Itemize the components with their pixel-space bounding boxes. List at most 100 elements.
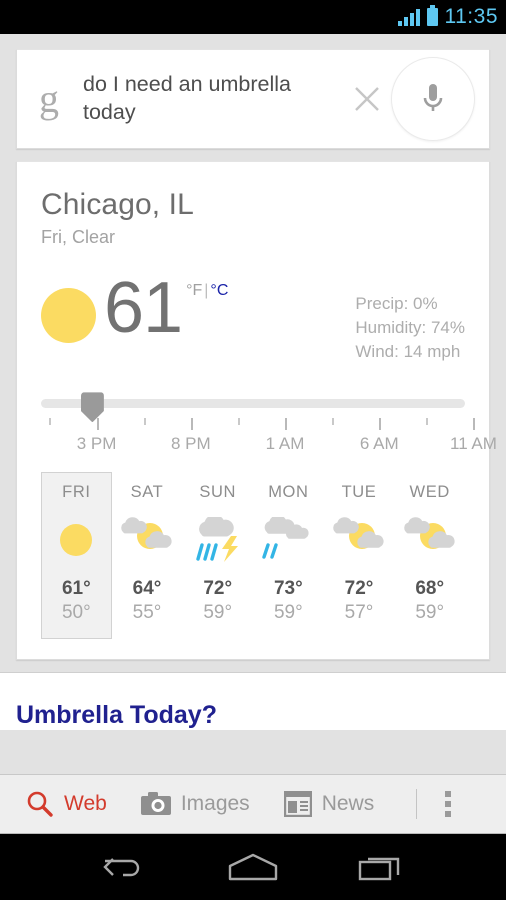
slider-tick [49,418,52,426]
forecast-high: 68° [415,578,445,600]
current-temperature: 61 [104,268,183,348]
tab-divider [416,789,418,819]
forecast-day-name: SAT [130,483,164,502]
tab-news-label: News [321,792,375,815]
slider-tick [379,418,382,431]
rain-icon [262,517,309,560]
battery-icon [426,5,438,26]
wind-value: Wind: 14 mph [355,342,461,362]
search-result[interactable]: Umbrella Today? [0,672,506,731]
sun-icon [41,288,96,343]
forecast-low: 59° [415,602,445,624]
home-icon[interactable] [218,845,288,889]
partly-cloudy-icon [333,517,384,550]
search-card[interactable]: g do I need an umbrella today [16,49,490,149]
google-g-logo: g [39,76,59,121]
result-title-link[interactable]: Umbrella Today? [16,701,490,730]
thunderstorm-icon [195,517,238,563]
forecast-day-icon [254,512,323,568]
slider-hour-label: 11 AM [450,434,497,454]
android-navigation-bar[interactable] [0,834,506,900]
precip-value: Precip: 0% [355,294,438,313]
humidity-value: Humidity: 74% [355,318,465,338]
forecast-day-mon[interactable]: MON 73° 59° [253,472,324,639]
forecast-high: 72° [344,578,374,600]
forecast-low: 59° [203,602,233,624]
recent-apps-icon[interactable] [347,845,417,889]
newspaper-icon [283,791,312,817]
forecast-day-sun[interactable]: SUN 72° 59° [182,472,253,639]
forecast-low: 59° [273,602,303,624]
forecast-high: 72° [203,578,233,600]
forecast-low: 50° [61,602,91,624]
forecast-day-name: MON [268,483,309,502]
forecast-day-icon [183,512,252,568]
phone-screen: 11:35 g do I need an umbrella today Chic… [0,0,506,900]
back-arrow-icon[interactable] [89,845,159,889]
scroll-content[interactable]: g do I need an umbrella today Chicago, I… [0,34,506,774]
status-clock: 11:35 [444,5,498,28]
current-conditions-row: 61 °F | °C Precip: 0% Humidity: 74% Wind: … [41,268,465,364]
tab-images-label: Images [180,792,250,815]
status-bar: 11:35 [0,0,506,34]
unit-fahrenheit[interactable]: °F [186,282,202,299]
forecast-day-tue[interactable]: TUE 72° 57° [324,472,395,639]
signal-bars-icon [397,8,420,26]
weather-location: Chicago, IL [41,188,194,221]
slider-tick [190,418,193,431]
forecast-day-name: TUE [341,483,377,502]
tab-web[interactable]: Web [26,790,107,818]
slider-track[interactable] [41,399,465,409]
forecast-day-fri[interactable]: FRI 61° 50° [41,472,112,640]
slider-tick [332,418,335,426]
camera-icon [140,792,171,815]
slider-hour-label: 8 PM [170,434,211,454]
slider-tick [285,418,288,431]
slider-tick [237,418,240,426]
slider-tick-marks [41,418,476,432]
forecast-low: 57° [344,602,374,624]
unit-toggle[interactable]: °F | °C [186,282,228,300]
search-query-text[interactable]: do I need an umbrella today [83,71,347,126]
search-magnifier-icon [27,791,53,817]
forecast-day-sat[interactable]: SAT 64° 55° [112,472,183,639]
more-vertical-icon[interactable] [445,791,452,817]
forecast-row[interactable]: FRI 61° 50° SAT 64° 55° SUN 72° 59° MON 73° 59° TUE 7… [41,472,465,640]
slider-hour-label: 3 PM [76,434,117,454]
forecast-high: 61° [61,578,91,600]
tab-images[interactable]: Images [140,792,250,816]
forecast-high: 64° [132,578,162,600]
slider-hour-label: 1 AM [265,434,305,454]
slider-tick [426,418,429,426]
weather-condition: Fri, Clear [41,227,116,247]
close-icon[interactable] [347,84,387,114]
tab-news[interactable]: News [283,791,375,817]
forecast-high: 73° [273,578,303,600]
weather-card: Chicago, IL Fri, Clear 61 °F | °C Precip: … [16,161,497,661]
search-tab-bar[interactable]: Web Images News [0,774,506,834]
sun-icon [60,524,93,557]
slider-hour-labels: 3 PM 8 PM 1 AM 6 AM 11 AM [41,434,497,458]
forecast-day-name: FRI [62,483,91,502]
tab-web-label: Web [64,792,107,815]
unit-celsius[interactable]: °C [210,282,228,299]
weather-details: Precip: 0% Humidity: 74% Wind: 14 mph [355,274,465,364]
microphone-icon [423,84,443,111]
forecast-day-icon [113,512,182,568]
forecast-day-name: SUN [199,483,236,502]
slider-hour-label: 6 AM [359,434,399,454]
forecast-day-icon [325,512,394,568]
forecast-day-wed[interactable]: WED 68° 59° [394,472,465,639]
slider-tick [96,418,99,431]
partly-cloudy-icon [403,517,455,550]
forecast-day-icon [395,512,464,568]
unit-separator: | [204,282,209,299]
forecast-day-name: WED [409,483,450,502]
forecast-day-icon [42,512,111,568]
partly-cloudy-icon [121,517,172,550]
forecast-low: 55° [132,602,162,624]
hour-slider[interactable] [41,390,465,423]
slider-tick [143,418,146,426]
slider-tick [473,418,476,431]
voice-search-button[interactable] [391,57,475,141]
